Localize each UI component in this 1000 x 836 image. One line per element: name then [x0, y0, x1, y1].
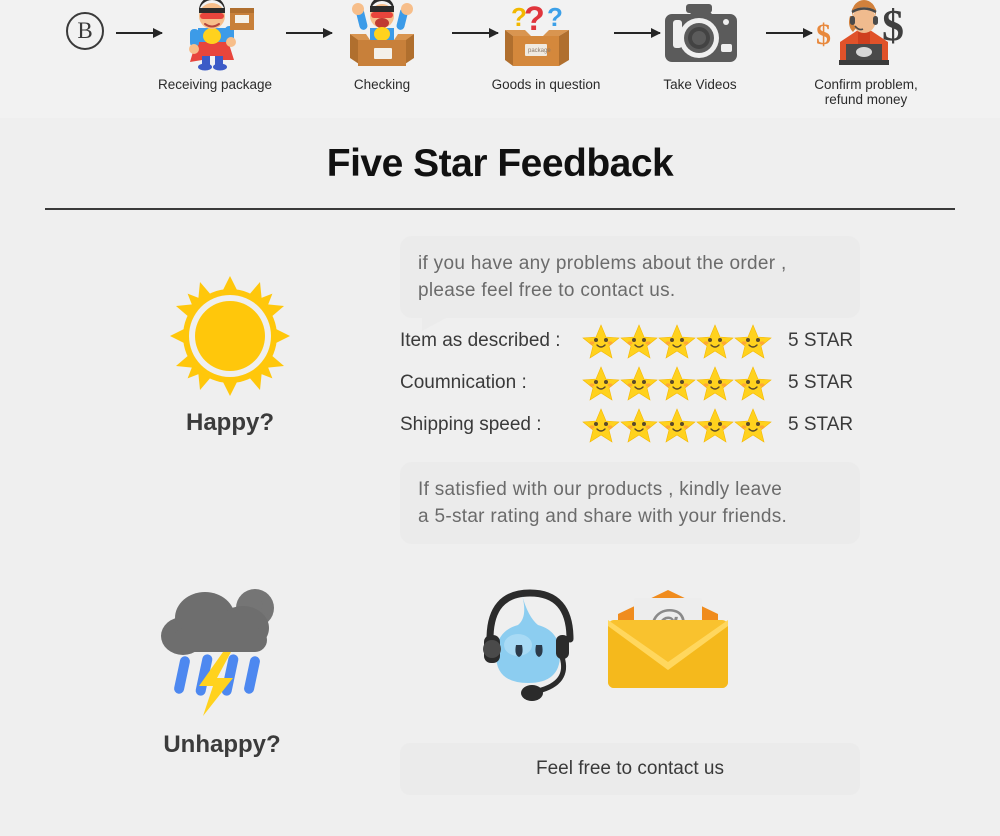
contact-bubble-bottom: If satisfied with our products , kindly … [400, 462, 860, 544]
unhappy-mood-column: Unhappy? [122, 570, 322, 759]
flow-step-label: Checking [353, 77, 411, 92]
contact-bubble-bottom-text: If satisfied with our products , kindly … [418, 479, 788, 527]
flow-step-checking: Checking [322, 0, 442, 92]
process-flow: B Receiving package Checking ? ? ? packa… [0, 0, 1000, 118]
rating-label: Shipping speed : [400, 414, 542, 435]
title-block: Five Star Feedback [0, 118, 1000, 210]
badge-b: B [66, 12, 104, 50]
rating-value: 5 STAR [788, 330, 854, 351]
box-with-question-marks-icon: ? ? ? package [476, 0, 616, 72]
svg-text:package: package [528, 48, 551, 54]
rating-row: Item as described : 5 STAR [400, 320, 870, 362]
contact-bar-label: Feel free to contact us [536, 758, 724, 779]
support-agent-with-dollar-icon: $ $ [800, 0, 932, 72]
flow-step-label: Goods in question [491, 77, 601, 92]
rating-label: Coumnication : [400, 372, 527, 393]
unhappy-mood-label: Unhappy? [163, 731, 281, 758]
svg-text:?: ? [547, 2, 563, 32]
flow-step-goods-in-question: ? ? ? package Goods in question [476, 0, 616, 92]
flow-step-confirm-problem: $ $ Confirm problem, refund money [800, 0, 932, 107]
sun-icon [130, 274, 330, 403]
flow-step-receiving-package: Receiving package [140, 0, 290, 92]
rating-rows: Item as described : 5 STAR Coumnication … [400, 320, 870, 446]
svg-text:$: $ [816, 18, 831, 51]
support-icons: @ [470, 574, 770, 714]
rating-stars [582, 407, 774, 443]
superhero-with-package-icon [140, 0, 290, 72]
camera-icon [640, 0, 760, 72]
contact-bar[interactable]: Feel free to contact us [400, 743, 860, 795]
email-envelope-icon: @ [608, 589, 728, 699]
happy-mood-column: Happy? [130, 274, 330, 437]
headset-mascot-icon [470, 577, 580, 712]
title-divider [45, 208, 955, 210]
rating-stars [582, 323, 774, 359]
rating-label: Item as described : [400, 330, 561, 351]
flow-step-take-videos: Take Videos [640, 0, 760, 92]
contact-bubble-top-text: if you have any problems about the order… [418, 253, 787, 301]
rain-cloud-with-lightning-icon [122, 570, 322, 725]
person-in-open-box-icon [322, 0, 442, 72]
flow-step-label: Confirm problem, refund money [814, 77, 918, 107]
rating-stars [582, 365, 774, 401]
flow-step-label: Receiving package [157, 77, 273, 92]
rating-row: Shipping speed : 5 STAR [400, 404, 870, 446]
rating-value: 5 STAR [788, 372, 854, 393]
happy-mood-label: Happy? [185, 409, 274, 436]
page-title: Five Star Feedback [326, 142, 674, 185]
flow-step-label: Take Videos [663, 77, 737, 92]
contact-bubble-top: if you have any problems about the order… [400, 236, 860, 331]
rating-row: Coumnication : 5 STAR [400, 362, 870, 404]
rating-value: 5 STAR [788, 414, 854, 435]
